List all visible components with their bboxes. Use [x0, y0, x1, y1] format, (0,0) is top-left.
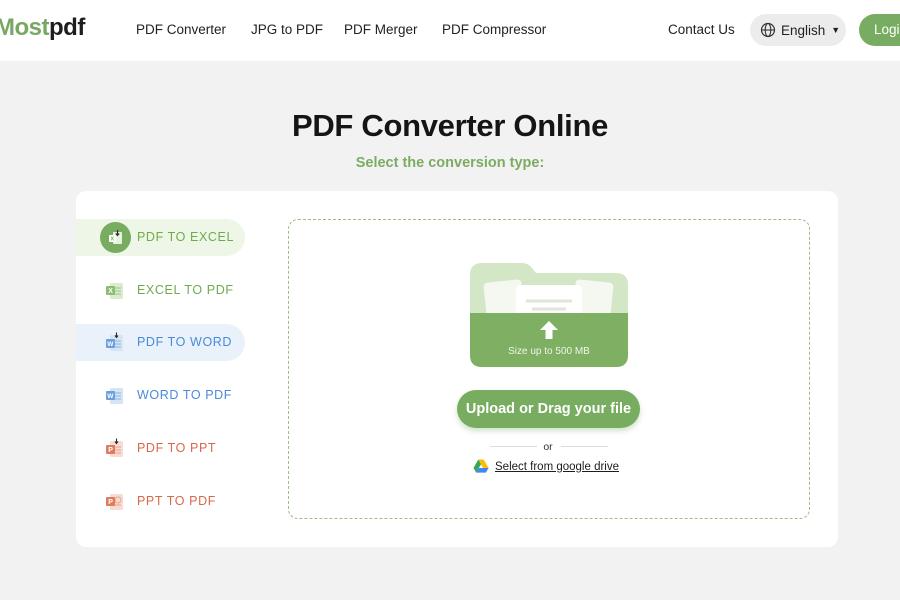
svg-text:X: X	[108, 288, 113, 295]
nav-pdf-compressor[interactable]: PDF Compressor	[442, 22, 546, 37]
language-selector[interactable]: English ▼	[750, 14, 846, 46]
logo-text-pdf: pdf	[49, 14, 85, 41]
menu-label: PDF TO PPT	[137, 441, 217, 455]
logo-text-most: Most	[0, 14, 50, 41]
ppt-icon: P	[106, 494, 123, 510]
nav-jpg-to-pdf[interactable]: JPG to PDF	[251, 22, 323, 37]
word-icon: W	[106, 332, 123, 351]
svg-text:P: P	[108, 447, 113, 454]
nav-pdf-merger[interactable]: PDF Merger	[344, 22, 418, 37]
menu-item-excel-to-pdf[interactable]: X EXCEL TO PDF	[76, 272, 245, 309]
caret-down-icon: ▼	[831, 25, 841, 35]
top-header: Mostpdf PDF Converter JPG to PDF PDF Mer…	[0, 0, 900, 61]
nav-contact-us[interactable]: Contact Us	[668, 22, 735, 37]
page-subtitle: Select the conversion type:	[355, 155, 545, 171]
menu-label: EXCEL TO PDF	[137, 283, 234, 297]
menu-item-pdf-to-word[interactable]: W PDF TO WORD	[76, 324, 245, 361]
menu-label: PDF TO WORD	[137, 335, 233, 349]
excel-icon: X	[100, 222, 131, 253]
page-title: PDF Converter Online	[291, 108, 609, 143]
size-limit-text: Size up to 500 MB	[508, 346, 590, 357]
mostpdf-logo[interactable]: Mostpdf	[0, 14, 85, 42]
google-drive-link[interactable]: Select from google drive	[473, 459, 619, 474]
menu-item-pdf-to-excel[interactable]: X PDF TO EXCEL	[76, 219, 245, 256]
divider-left	[490, 446, 537, 447]
language-label: English	[781, 22, 826, 38]
menu-item-word-to-pdf[interactable]: W WORD TO PDF	[76, 377, 245, 414]
login-button[interactable]: Login	[859, 14, 900, 46]
menu-item-pdf-to-ppt[interactable]: P PDF TO PPT	[76, 430, 245, 467]
svg-text:P: P	[108, 499, 113, 506]
google-drive-label: Select from google drive	[495, 460, 620, 473]
excel-icon: X	[106, 283, 123, 299]
menu-label: PDF TO EXCEL	[137, 230, 235, 244]
google-drive-icon	[473, 459, 489, 473]
ppt-icon: P	[106, 438, 123, 457]
menu-item-ppt-to-pdf[interactable]: P PPT TO PDF	[76, 483, 245, 520]
upload-button[interactable]: Upload or Drag your file	[457, 390, 640, 428]
word-icon: W	[106, 388, 123, 404]
globe-icon	[760, 22, 776, 38]
svg-text:X: X	[110, 236, 114, 242]
menu-label: WORD TO PDF	[137, 388, 233, 402]
or-text: or	[543, 441, 553, 453]
divider-right	[561, 446, 608, 447]
svg-text:W: W	[107, 393, 114, 400]
svg-text:W: W	[107, 341, 114, 348]
menu-label: PPT TO PDF	[137, 494, 216, 508]
nav-pdf-converter[interactable]: PDF Converter	[136, 22, 226, 37]
